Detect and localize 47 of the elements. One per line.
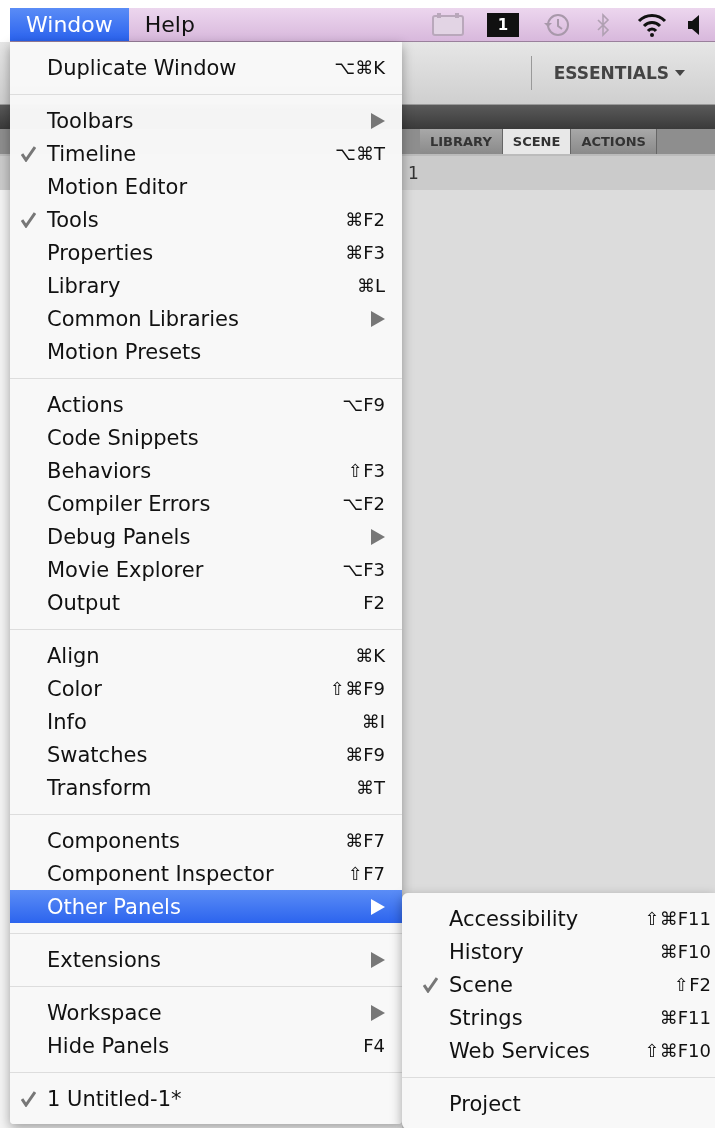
menu-item[interactable]: Motion Presets xyxy=(10,335,402,368)
spaces-indicator[interactable]: 1 xyxy=(487,12,519,37)
menu-item[interactable]: Tools ⌘F2 xyxy=(10,203,402,236)
menu-item[interactable]: Info ⌘I xyxy=(10,705,402,738)
menu-item[interactable]: Strings ⌘F11 xyxy=(402,1001,715,1034)
menu-item[interactable]: Duplicate Window ⌥⌘K xyxy=(10,51,402,84)
panel-tab[interactable]: ACTIONS xyxy=(571,129,657,154)
menu-item[interactable]: Color ⇧⌘F9 xyxy=(10,672,402,705)
menu-item[interactable]: Components ⌘F7 xyxy=(10,824,402,857)
workspace-button[interactable]: ESSENTIALS xyxy=(530,56,703,90)
menu-item[interactable]: Timeline ⌥⌘T xyxy=(10,137,402,170)
menu-item[interactable]: Toolbars xyxy=(10,104,402,137)
scene-number: 1 xyxy=(408,163,419,183)
bluetooth-icon xyxy=(595,12,611,37)
menu-item[interactable]: Properties ⌘F3 xyxy=(10,236,402,269)
menu-item[interactable]: Align ⌘K xyxy=(10,639,402,672)
menu-title[interactable]: Window xyxy=(10,8,129,41)
caret-icon xyxy=(675,70,685,76)
menu-item[interactable]: History ⌘F10 xyxy=(402,935,715,968)
menu-item[interactable]: Library ⌘L xyxy=(10,269,402,302)
speaker-icon xyxy=(687,12,701,37)
menu-item[interactable]: Motion Editor xyxy=(10,170,402,203)
menu-item[interactable]: Transform ⌘T xyxy=(10,771,402,804)
menu-item[interactable]: Common Libraries xyxy=(10,302,402,335)
clock-icon xyxy=(543,11,571,38)
menu-item[interactable]: Project xyxy=(402,1087,715,1120)
menu-item[interactable]: Scene ⇧F2 xyxy=(402,968,715,1001)
menu-item[interactable]: Workspace xyxy=(10,996,402,1029)
menu-item[interactable]: 1 Untitled-1* xyxy=(10,1082,402,1115)
menu-item[interactable]: Component Inspector ⇧F7 xyxy=(10,857,402,890)
panel-tab[interactable]: SCENE xyxy=(502,129,572,154)
menu-item[interactable]: Extensions xyxy=(10,943,402,976)
wifi-icon xyxy=(637,11,667,38)
menu-item[interactable]: Other Panels xyxy=(10,890,402,923)
menu-item[interactable]: Code Snippets xyxy=(10,421,402,454)
menu-item[interactable]: Hide Panels F4 xyxy=(10,1029,402,1062)
menu-item[interactable]: Debug Panels xyxy=(10,520,402,553)
menu-item[interactable]: Movie Explorer ⌥F3 xyxy=(10,553,402,586)
menu-title[interactable]: Help xyxy=(128,8,211,41)
menu-item[interactable]: Behaviors ⇧F3 xyxy=(10,454,402,487)
menu-item[interactable]: Web Services ⇧⌘F10 xyxy=(402,1034,715,1067)
menu-item[interactable]: Actions ⌥F9 xyxy=(10,388,402,421)
menu-item[interactable]: Accessibility ⇧⌘F11 xyxy=(402,902,715,935)
menu-item[interactable]: Swatches ⌘F9 xyxy=(10,738,402,771)
menu-item[interactable]: Output F2 xyxy=(10,586,402,619)
panel-tab[interactable]: LIBRARY xyxy=(420,129,503,154)
menu-item[interactable]: Compiler Errors ⌥F2 xyxy=(10,487,402,520)
